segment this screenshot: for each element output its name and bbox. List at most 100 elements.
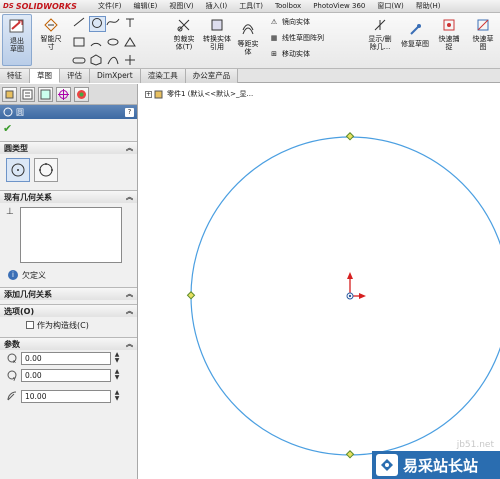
tab-sketch[interactable]: 草图 <box>30 69 60 83</box>
command-manager: 退出草图 智能尺寸 剪裁实体(T) 转换实体引用 等距实体 ⚠ 镜向实体 ▦ 线性草… <box>0 13 500 69</box>
menu-file[interactable]: 文件(F) <box>92 0 128 13</box>
radius-spinner[interactable]: ▲ ▼ <box>113 390 121 403</box>
rapid-sketch-icon <box>474 16 492 34</box>
relations-list[interactable] <box>19 207 122 263</box>
rectangle-icon[interactable] <box>72 36 89 50</box>
radius-icon <box>6 390 18 404</box>
panel-tabs <box>0 84 137 105</box>
offset-label: 等距实体 <box>237 40 259 56</box>
circle-tool-icon[interactable] <box>89 16 106 32</box>
panel-title: 圆 <box>16 107 24 117</box>
ellipse-icon[interactable] <box>106 36 123 50</box>
sketch-svg <box>186 132 500 459</box>
sketch-circle[interactable] <box>190 136 500 456</box>
circle-type-section-header[interactable]: 圆类型 ︽ <box>0 141 137 154</box>
relation-icon: ⊥ <box>6 207 14 217</box>
menu-bar: DS SOLIDWORKS 文件(F) 编辑(E) 视图(V) 插入(I) 工具… <box>0 0 500 13</box>
circle-type-label: 圆类型 <box>4 143 28 153</box>
graphics-area[interactable]: + 零件1 (默认<<默认>_显... jb51.net 易采站长站 <box>139 84 500 479</box>
repair-sketch-button[interactable]: 修复草图 <box>400 21 430 48</box>
feature-tree-tab-icon[interactable] <box>2 86 17 102</box>
smart-dimension-button[interactable]: 智能尺寸 <box>36 16 66 51</box>
mirror-button[interactable]: ⚠ 镜向实体 <box>268 16 310 28</box>
show-delete-relations-button[interactable]: 显示/删除几... <box>364 16 396 51</box>
property-manager: 圆 ? ✔ 圆类型 ︽ 现有几何关系 ︽ ⊥ i 欠定义 添加几何关系 ︽ 选项… <box>0 84 138 479</box>
ok-row: ✔ <box>0 119 137 137</box>
tab-features[interactable]: 特征 <box>0 69 30 83</box>
existing-relations-body: ⊥ <box>0 203 137 267</box>
menu-tools[interactable]: 工具(T) <box>233 0 269 13</box>
options-section-header[interactable]: 选项(O) ︽ <box>0 304 137 317</box>
rapid-sketch-button[interactable]: 快速草图 <box>468 16 498 51</box>
point-icon[interactable] <box>106 54 123 68</box>
tab-dimxpert[interactable]: DimXpert <box>90 69 141 83</box>
center-circle-icon[interactable] <box>6 158 30 182</box>
circle-quadrant-top[interactable] <box>345 132 355 141</box>
collapse-chevron-icon: ︽ <box>126 290 133 298</box>
show-hide-label: 显示/删除几... <box>368 35 392 51</box>
construction-option-row: 作为构造线(C) <box>0 317 137 333</box>
spline-icon[interactable] <box>106 16 123 32</box>
center-y-row: y 0.00 ▲ ▼ <box>0 367 137 384</box>
polygon-icon[interactable] <box>89 54 106 68</box>
watermark-banner: 易采站长站 <box>372 451 500 479</box>
menu-help[interactable]: 帮助(H) <box>410 0 447 13</box>
center-x-icon: x <box>6 352 18 366</box>
text-tool-icon[interactable] <box>123 16 140 32</box>
repair-sketch-icon <box>406 21 424 39</box>
add-relations-section-header[interactable]: 添加几何关系 ︽ <box>0 287 137 300</box>
radius-row: 10.00 ▲ ▼ <box>0 388 137 405</box>
tab-evaluate[interactable]: 评估 <box>60 69 90 83</box>
exit-sketch-button[interactable]: 退出草图 <box>2 14 32 66</box>
slot-icon[interactable] <box>72 54 89 68</box>
centerline-icon[interactable] <box>123 54 140 68</box>
convert-entities-icon <box>208 16 226 34</box>
center-y-input[interactable]: 0.00 <box>21 369 111 382</box>
status-text: 欠定义 <box>22 270 46 280</box>
collapse-chevron-icon: ︽ <box>126 193 133 201</box>
quick-snap-icon <box>440 16 458 34</box>
arc-icon[interactable] <box>89 36 106 50</box>
dimxpert-tab-icon[interactable] <box>56 86 71 102</box>
menu-toolbox[interactable]: Toolbox <box>269 0 307 13</box>
radius-input[interactable]: 10.00 <box>21 390 111 403</box>
offset-icon <box>239 21 257 39</box>
fillet-icon[interactable] <box>123 36 140 50</box>
existing-relations-section-header[interactable]: 现有几何关系 ︽ <box>0 190 137 203</box>
circle-quadrant-left[interactable] <box>186 291 196 300</box>
move-entities-button[interactable]: ⊞ 移动实体 <box>268 48 310 60</box>
menu-photoview[interactable]: PhotoView 360 <box>307 0 371 13</box>
linear-pattern-button[interactable]: ▦ 线性草图阵列 <box>268 32 324 44</box>
ds-logo-text: DS <box>3 2 14 10</box>
center-x-spinner[interactable]: ▲ ▼ <box>113 352 121 365</box>
construction-checkbox[interactable] <box>26 321 34 329</box>
menu-edit[interactable]: 编辑(E) <box>128 0 164 13</box>
convert-entities-button[interactable]: 转换实体引用 <box>202 16 232 51</box>
parameters-label: 参数 <box>4 339 20 349</box>
perimeter-circle-icon[interactable] <box>34 158 58 182</box>
circle-quadrant-bottom[interactable] <box>345 450 355 459</box>
tab-render-tools[interactable]: 渲染工具 <box>140 69 186 83</box>
menu-window[interactable]: 窗口(W) <box>371 0 409 13</box>
solidworks-logo-text: SOLIDWORKS <box>15 1 77 11</box>
check-icon[interactable]: ✔ <box>3 122 12 135</box>
mirror-icon: ⚠ <box>270 18 278 26</box>
menu-view[interactable]: 视图(V) <box>163 0 199 13</box>
display-manager-tab-icon[interactable] <box>74 86 89 102</box>
line-icon[interactable] <box>72 16 89 32</box>
property-manager-tab-icon[interactable] <box>20 86 35 102</box>
center-x-input[interactable]: 0.00 <box>21 352 111 365</box>
trim-entities-button[interactable]: 剪裁实体(T) <box>170 16 198 51</box>
offset-entities-button[interactable]: 等距实体 <box>234 21 262 56</box>
info-icon: i <box>8 270 18 280</box>
center-y-spinner[interactable]: ▲ ▼ <box>113 369 121 382</box>
help-button[interactable]: ? <box>125 107 134 117</box>
smart-dimension-icon <box>42 16 60 34</box>
tab-office-products[interactable]: 办公室产品 <box>185 69 239 83</box>
quick-snaps-button[interactable]: 快速捕捉 <box>434 16 464 51</box>
trim-icon <box>175 16 193 34</box>
command-tabs: 特征 草图 评估 DimXpert 渲染工具 办公室产品 <box>0 69 500 83</box>
menu-insert[interactable]: 插入(I) <box>200 0 234 13</box>
parameters-section-header[interactable]: 参数 ︽ <box>0 337 137 350</box>
config-manager-tab-icon[interactable] <box>38 86 53 102</box>
